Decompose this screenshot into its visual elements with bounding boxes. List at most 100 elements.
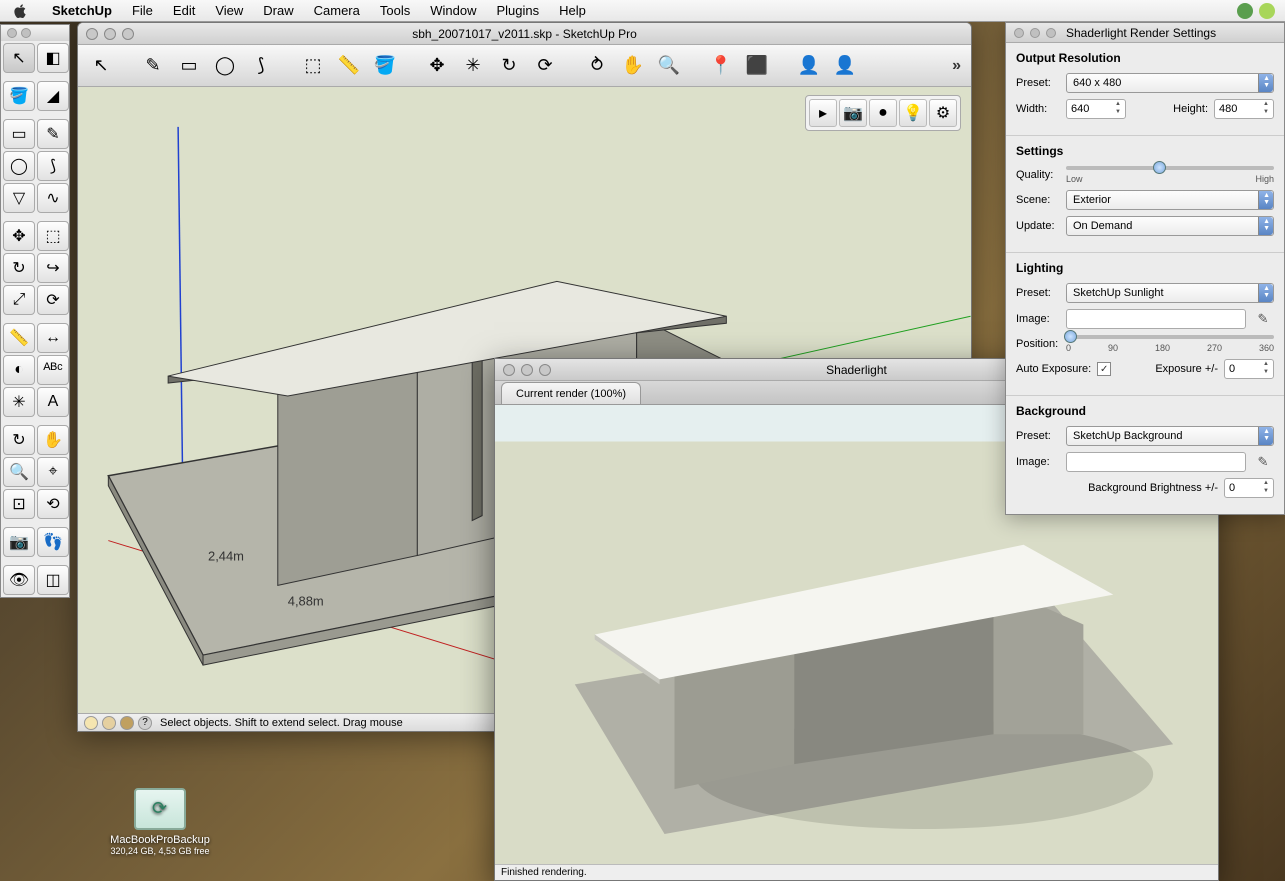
- addloc-icon[interactable]: 📍: [708, 53, 734, 79]
- offset-icon[interactable]: ⟳: [532, 53, 558, 79]
- orbit-tool[interactable]: ↻: [3, 425, 35, 455]
- 3dtext-tool[interactable]: A: [37, 387, 69, 417]
- walk-tool[interactable]: 👣: [37, 527, 69, 557]
- zoom-icon[interactable]: [1046, 28, 1056, 38]
- minimize-icon[interactable]: [521, 364, 533, 376]
- person-icon[interactable]: 👤: [796, 53, 822, 79]
- circle-icon[interactable]: ◯: [212, 53, 238, 79]
- orbit-icon[interactable]: ⥁: [584, 53, 610, 79]
- camera-icon[interactable]: 📷: [839, 99, 867, 127]
- offset-tool[interactable]: ⟳: [37, 285, 69, 315]
- desktop-drive-icon[interactable]: MacBookProBackup 320,24 GB, 4,53 GB free: [95, 788, 225, 856]
- view-menu[interactable]: View: [205, 3, 253, 18]
- scene-select[interactable]: Exterior▲▼: [1066, 190, 1274, 210]
- file-menu[interactable]: File: [122, 3, 163, 18]
- zoomwindow-tool[interactable]: ⌖: [37, 457, 69, 487]
- bulb-icon[interactable]: 💡: [899, 99, 927, 127]
- auto-exposure-checkbox[interactable]: ✓: [1097, 362, 1111, 376]
- arc-tool[interactable]: ⟆: [37, 151, 69, 181]
- paint-bucket-tool[interactable]: 🪣: [3, 81, 35, 111]
- close-icon[interactable]: [7, 28, 17, 38]
- zoom-tool[interactable]: 🔍: [3, 457, 35, 487]
- scale-tool[interactable]: ⤢: [3, 285, 35, 315]
- edit-menu[interactable]: Edit: [163, 3, 205, 18]
- close-icon[interactable]: [86, 28, 98, 40]
- bg-image-input[interactable]: [1066, 452, 1246, 472]
- zoom-icon[interactable]: [539, 364, 551, 376]
- lighting-preset-select[interactable]: SketchUp Sunlight▲▼: [1066, 283, 1274, 303]
- render-tab-current[interactable]: Current render (100%): [501, 382, 641, 404]
- protractor-tool[interactable]: ◐: [3, 355, 35, 385]
- green-status-icon[interactable]: [1237, 3, 1253, 19]
- previous-tool[interactable]: ⟲: [37, 489, 69, 519]
- gear-icon[interactable]: ⚙: [929, 99, 957, 127]
- text-tool[interactable]: ᴬᴮᶜ: [37, 355, 69, 385]
- app-menu[interactable]: SketchUp: [42, 3, 122, 18]
- bg-preset-select[interactable]: SketchUp Background▲▼: [1066, 426, 1274, 446]
- rectangle-tool[interactable]: ▭: [3, 119, 35, 149]
- camera-menu[interactable]: Camera: [304, 3, 370, 18]
- pan-tool[interactable]: ✋: [37, 425, 69, 455]
- followme-tool[interactable]: ↪: [37, 253, 69, 283]
- dimension-tool[interactable]: ↔: [37, 323, 69, 353]
- position-camera-tool[interactable]: 📷: [3, 527, 35, 557]
- zoom-icon[interactable]: 🔍: [656, 53, 682, 79]
- width-input[interactable]: 640▲▼: [1066, 99, 1126, 119]
- make-component-tool[interactable]: ◧: [37, 43, 69, 73]
- help-icon[interactable]: ?: [138, 716, 152, 730]
- tape-icon[interactable]: 📏: [336, 53, 362, 79]
- close-icon[interactable]: [1014, 28, 1024, 38]
- window-menu[interactable]: Window: [420, 3, 486, 18]
- browse-icon[interactable]: ✎: [1252, 309, 1274, 329]
- select-tool[interactable]: ↖: [3, 43, 35, 73]
- person2-icon[interactable]: 👤: [832, 53, 858, 79]
- bg-brightness-input[interactable]: 0▲▼: [1224, 478, 1274, 498]
- exposure-input[interactable]: 0▲▼: [1224, 359, 1274, 379]
- help-menu[interactable]: Help: [549, 3, 596, 18]
- lighting-image-input[interactable]: [1066, 309, 1246, 329]
- quality-slider[interactable]: [1066, 166, 1274, 170]
- circle-tool[interactable]: ◯: [3, 151, 35, 181]
- resolution-preset-select[interactable]: 640 x 480▲▼: [1066, 73, 1274, 93]
- browse-icon[interactable]: ✎: [1252, 452, 1274, 472]
- tools-menu[interactable]: Tools: [370, 3, 420, 18]
- status-icon[interactable]: [102, 716, 116, 730]
- section-plane-tool[interactable]: ◫: [37, 565, 69, 595]
- eraser-tool[interactable]: ◢: [37, 81, 69, 111]
- rectangle-icon[interactable]: ▭: [176, 53, 202, 79]
- rotate2-icon[interactable]: ↻: [496, 53, 522, 79]
- polygon-tool[interactable]: ▽: [3, 183, 35, 213]
- ball-icon[interactable]: ●: [869, 99, 897, 127]
- minimize-icon[interactable]: [1030, 28, 1040, 38]
- plugins-menu[interactable]: Plugins: [486, 3, 549, 18]
- apple-logo-icon[interactable]: [14, 4, 28, 18]
- hide-icon[interactable]: ▸: [809, 99, 837, 127]
- pan-icon[interactable]: ✋: [620, 53, 646, 79]
- pushpull-icon[interactable]: ⬚: [300, 53, 326, 79]
- height-input[interactable]: 480▲▼: [1214, 99, 1274, 119]
- arc-icon[interactable]: ⟆: [248, 53, 274, 79]
- draw-menu[interactable]: Draw: [253, 3, 303, 18]
- zoomextents-tool[interactable]: ⊡: [3, 489, 35, 519]
- axes-tool[interactable]: ✳: [3, 387, 35, 417]
- close-icon[interactable]: [503, 364, 515, 376]
- look-around-tool[interactable]: 👁: [3, 565, 35, 595]
- pushpull-tool[interactable]: ⬚: [37, 221, 69, 251]
- update-select[interactable]: On Demand▲▼: [1066, 216, 1274, 236]
- line-tool[interactable]: ✎: [37, 119, 69, 149]
- lime-status-icon[interactable]: [1259, 3, 1275, 19]
- minimize-icon[interactable]: [104, 28, 116, 40]
- rotate-tool[interactable]: ↻: [3, 253, 35, 283]
- window-titlebar[interactable]: sbh_20071017_v2011.skp - SketchUp Pro: [78, 23, 971, 45]
- overflow-icon[interactable]: »: [952, 57, 961, 75]
- zoom-icon[interactable]: [122, 28, 134, 40]
- select-icon[interactable]: ↖: [88, 53, 114, 79]
- pencil-icon[interactable]: ✎: [140, 53, 166, 79]
- model-icon[interactable]: ⬛: [744, 53, 770, 79]
- minimize-icon[interactable]: [21, 28, 31, 38]
- status-icon[interactable]: [120, 716, 134, 730]
- position-slider[interactable]: [1066, 335, 1274, 339]
- tape-tool[interactable]: 📏: [3, 323, 35, 353]
- paint-icon[interactable]: 🪣: [372, 53, 398, 79]
- rotate-icon[interactable]: ✳: [460, 53, 486, 79]
